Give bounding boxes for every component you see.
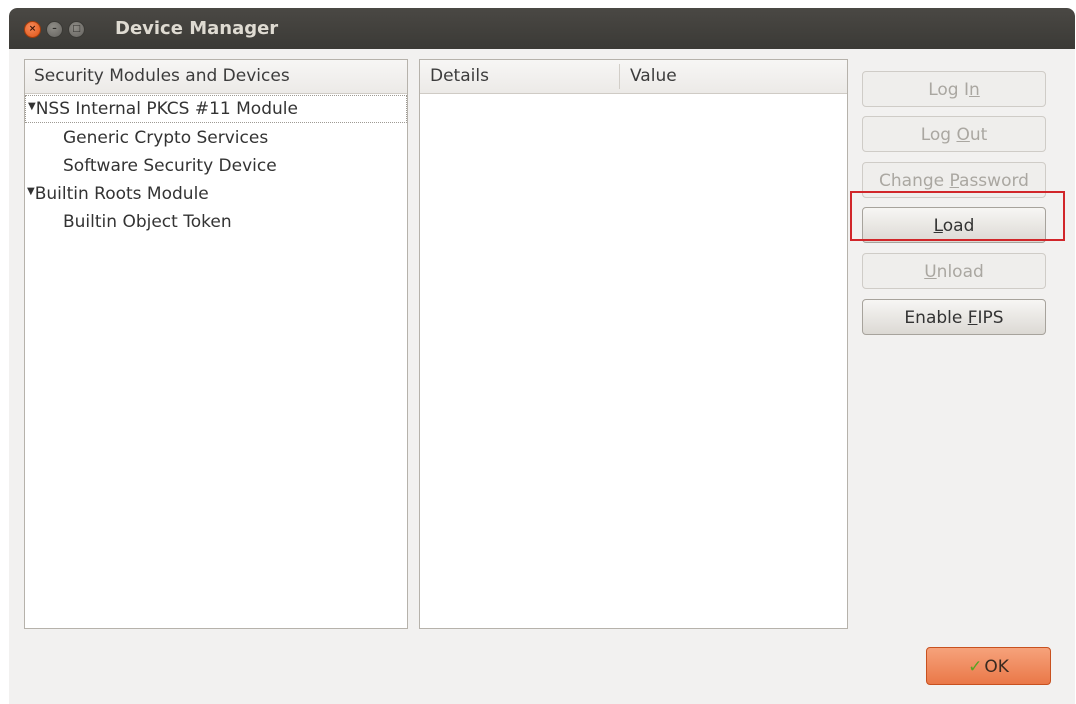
button-label: Log I (928, 80, 969, 100)
unload-button[interactable]: Unload (862, 253, 1046, 289)
tree-item-builtin-object-token[interactable]: Builtin Object Token (25, 208, 407, 236)
security-modules-tree[interactable]: Security Modules and Devices ▼NSS Intern… (24, 59, 408, 629)
expand-arrow-icon[interactable]: ▼ (27, 178, 35, 206)
ok-button[interactable]: ✓ OK (926, 647, 1051, 685)
button-label: Log (920, 125, 957, 145)
details-header: Details Value (420, 60, 847, 94)
button-label: nload (936, 262, 984, 282)
maximize-icon: □ (72, 24, 81, 34)
title-bar: × – □ Device Manager (9, 8, 1075, 49)
close-window-button[interactable]: × (24, 21, 41, 38)
button-mnemonic: F (967, 308, 978, 328)
button-label: ut (969, 125, 988, 145)
tree-item-nss-internal[interactable]: ▼NSS Internal PKCS #11 Module (25, 95, 407, 123)
enable-fips-button[interactable]: Enable FIPS (862, 299, 1046, 335)
button-mnemonic: O (956, 125, 970, 145)
tree-item-software-security[interactable]: Software Security Device (25, 152, 407, 180)
button-label: Change (879, 171, 950, 191)
value-column-header[interactable]: Value (630, 66, 677, 86)
button-mnemonic: P (949, 171, 960, 191)
check-icon: ✓ (968, 657, 983, 677)
tree-column-header[interactable]: Security Modules and Devices (25, 60, 407, 94)
expand-arrow-icon[interactable]: ▼ (28, 94, 36, 120)
load-button-highlight (850, 191, 1065, 241)
tree-item-label: Builtin Roots Module (34, 184, 209, 204)
tree-item-label: Builtin Object Token (63, 212, 232, 232)
log-out-button[interactable]: Log Out (862, 116, 1046, 152)
close-icon: × (28, 24, 37, 34)
column-separator[interactable] (619, 64, 620, 89)
maximize-window-button[interactable]: □ (68, 21, 85, 38)
minimize-icon: – (52, 24, 57, 34)
button-label: assword (959, 171, 1029, 191)
tree-column-header-label: Security Modules and Devices (34, 66, 290, 86)
button-label: IPS (977, 308, 1004, 328)
details-column-header[interactable]: Details (430, 66, 489, 86)
tree-item-generic-crypto[interactable]: Generic Crypto Services (25, 124, 407, 152)
tree-item-label: Generic Crypto Services (63, 128, 269, 148)
button-mnemonic: U (924, 262, 937, 282)
minimize-window-button[interactable]: – (46, 21, 63, 38)
tree-item-builtin-roots[interactable]: ▼Builtin Roots Module (25, 180, 407, 208)
button-label: Enable (904, 308, 968, 328)
button-mnemonic: n (969, 80, 980, 100)
tree-item-label: NSS Internal PKCS #11 Module (35, 99, 298, 119)
tree-item-label: Software Security Device (63, 156, 277, 176)
window-title: Device Manager (115, 18, 279, 39)
details-table[interactable]: Details Value (419, 59, 848, 629)
ok-button-label: OK (984, 657, 1009, 677)
log-in-button[interactable]: Log In (862, 71, 1046, 107)
